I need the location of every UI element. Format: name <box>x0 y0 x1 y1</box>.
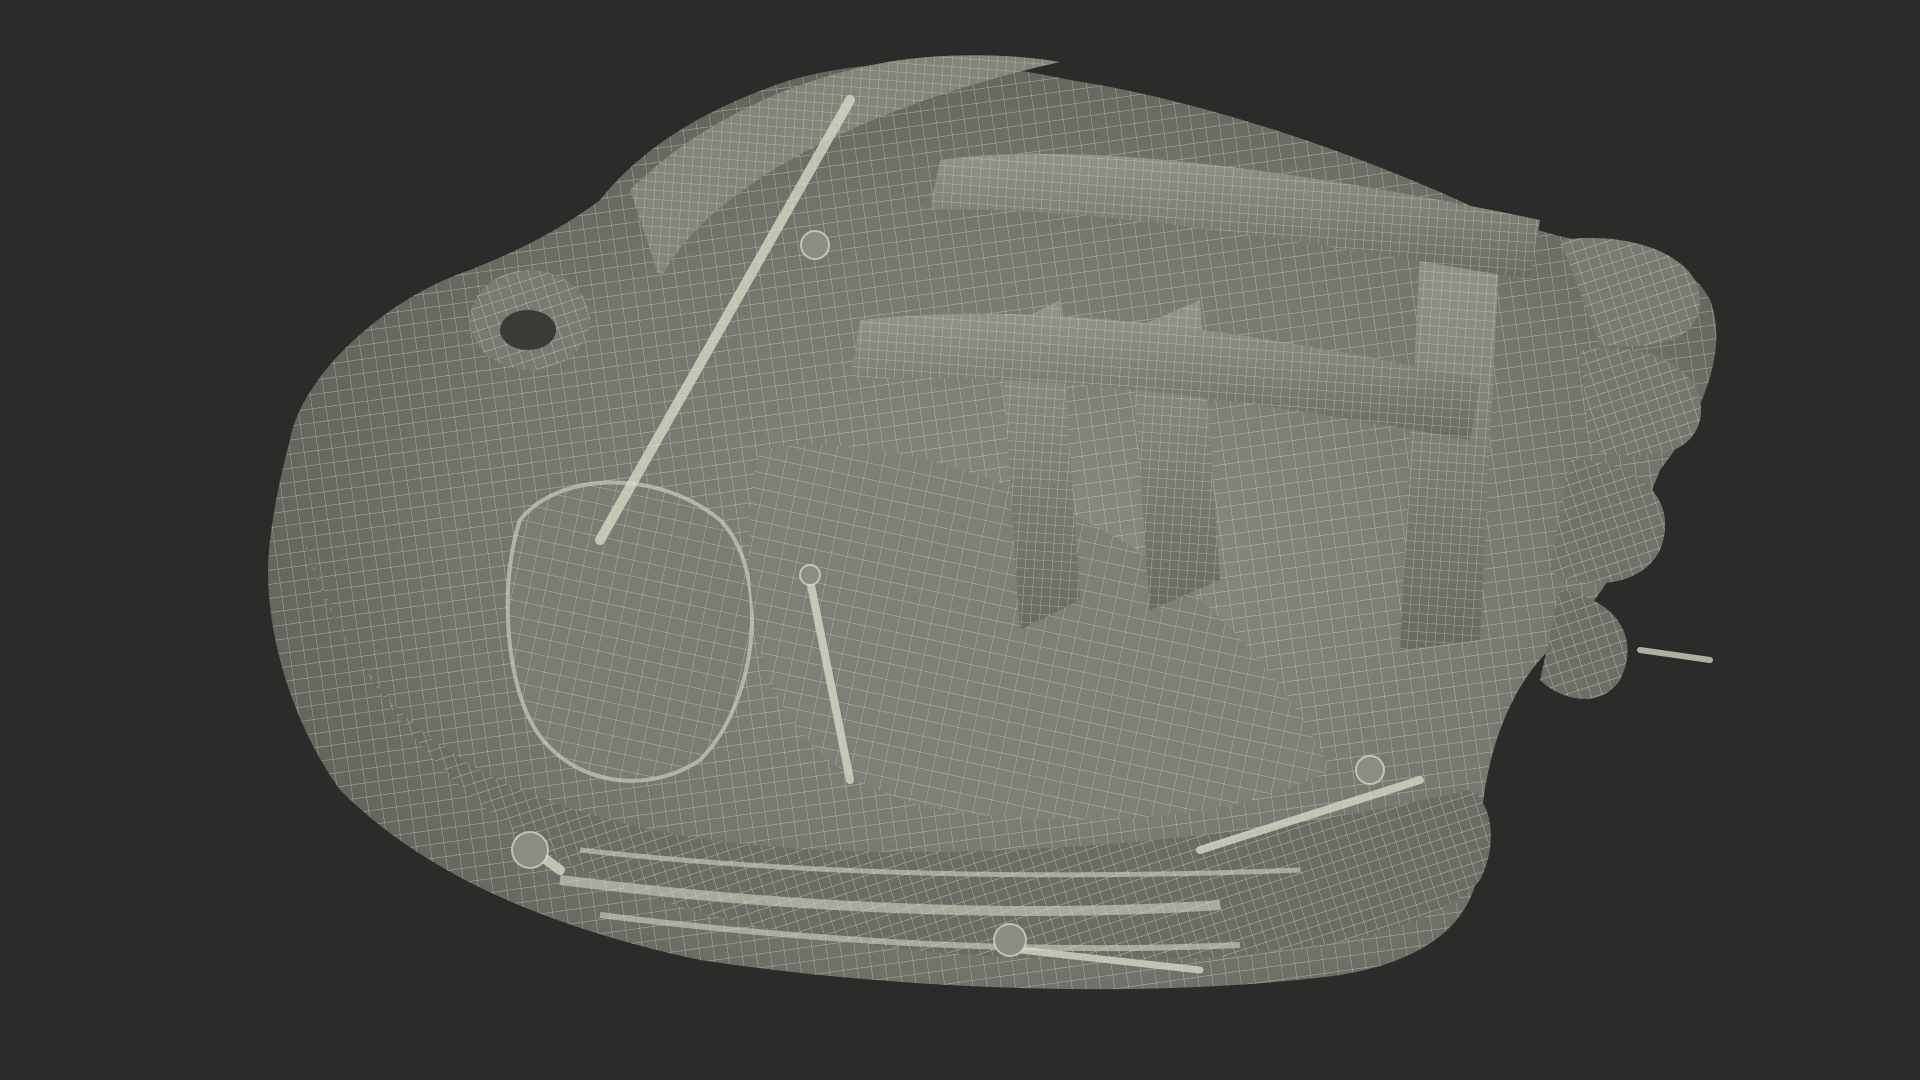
palm-pocket <box>505 480 754 783</box>
thumb-loop <box>470 270 590 370</box>
render-viewport <box>0 0 1920 1080</box>
glove-wireframe-render <box>0 0 1920 1080</box>
